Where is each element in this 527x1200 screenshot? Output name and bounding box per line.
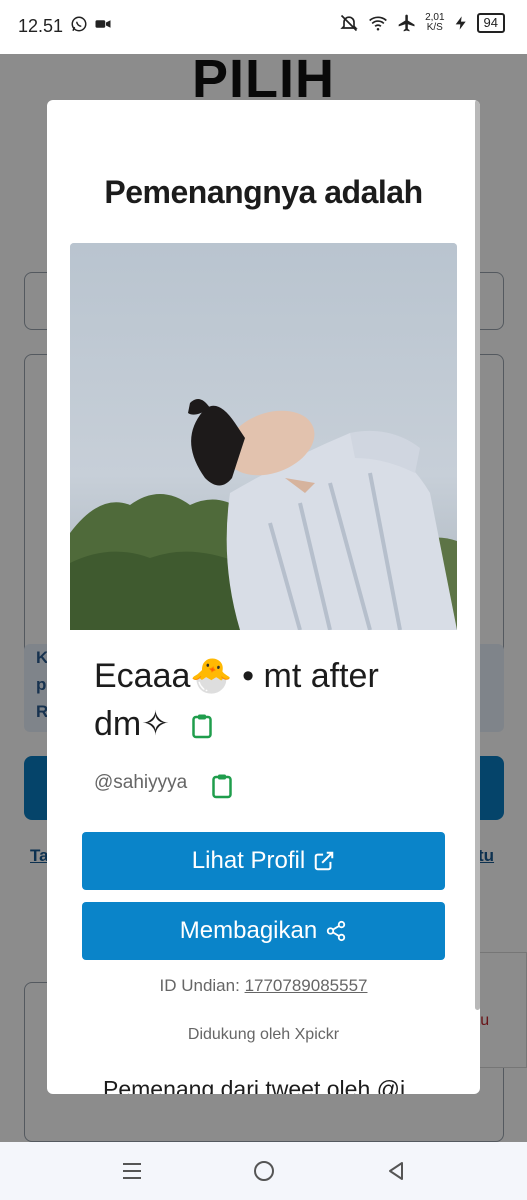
share-button[interactable]: Membagikan [82,902,445,960]
winner-photo-illustration [70,243,457,630]
circle-icon [254,1161,274,1181]
clipboard-icon[interactable] [211,773,233,799]
winner-handle: @sahiyyya [94,772,188,793]
recent-apps-button[interactable] [117,1156,147,1186]
from-tweet-text: Pemenang dari tweet oleh @i [103,1076,406,1094]
raffle-id-label: ID Undian: [159,976,240,995]
system-navigation-bar [0,1142,527,1200]
status-bar: 12.51 2,01 K/S 94 [0,0,527,54]
share-icon [327,920,346,942]
winner-modal: Pemenangnya adalah Ecaaa🐣 • mt after dm✧… [47,100,480,1094]
video-icon [95,20,111,28]
network-speed-unit: K/S [426,22,443,33]
charging-icon [455,16,466,30]
status-time: 12.51 [18,16,64,36]
status-system-icons: 2,01 K/S 94 [339,13,505,33]
status-notification-icons [70,15,112,33]
clipboard-icon[interactable] [191,713,213,739]
network-speed: 2,01 K/S [425,13,444,33]
battery-icon: 94 [476,13,505,33]
menu-icon [123,1163,141,1179]
raffle-id-link[interactable]: 1770789085557 [245,976,368,995]
mute-icon [340,14,358,32]
wifi-icon [369,16,387,31]
winner-avatar [70,243,457,630]
winner-name: Ecaaa🐣 • mt after dm✧ [94,652,434,748]
airplane-icon [398,14,415,32]
external-link-icon [314,851,334,871]
raffle-id: ID Undian: 1770789085557 [47,976,480,996]
winner-name-text: Ecaaa🐣 • mt after dm✧ [94,657,379,743]
powered-by: Didukung oleh Xpickr [187,1026,340,1043]
modal-title: Pemenangnya adalah [104,174,423,210]
whatsapp-icon [71,16,87,32]
modal-scrollbar[interactable] [475,100,480,1010]
view-profile-button[interactable]: Lihat Profil [82,832,445,890]
view-profile-label: Lihat Profil [191,847,306,874]
back-triangle-icon [389,1162,403,1180]
back-button[interactable] [381,1156,411,1186]
share-label: Membagikan [179,917,318,944]
home-button[interactable] [249,1156,279,1186]
